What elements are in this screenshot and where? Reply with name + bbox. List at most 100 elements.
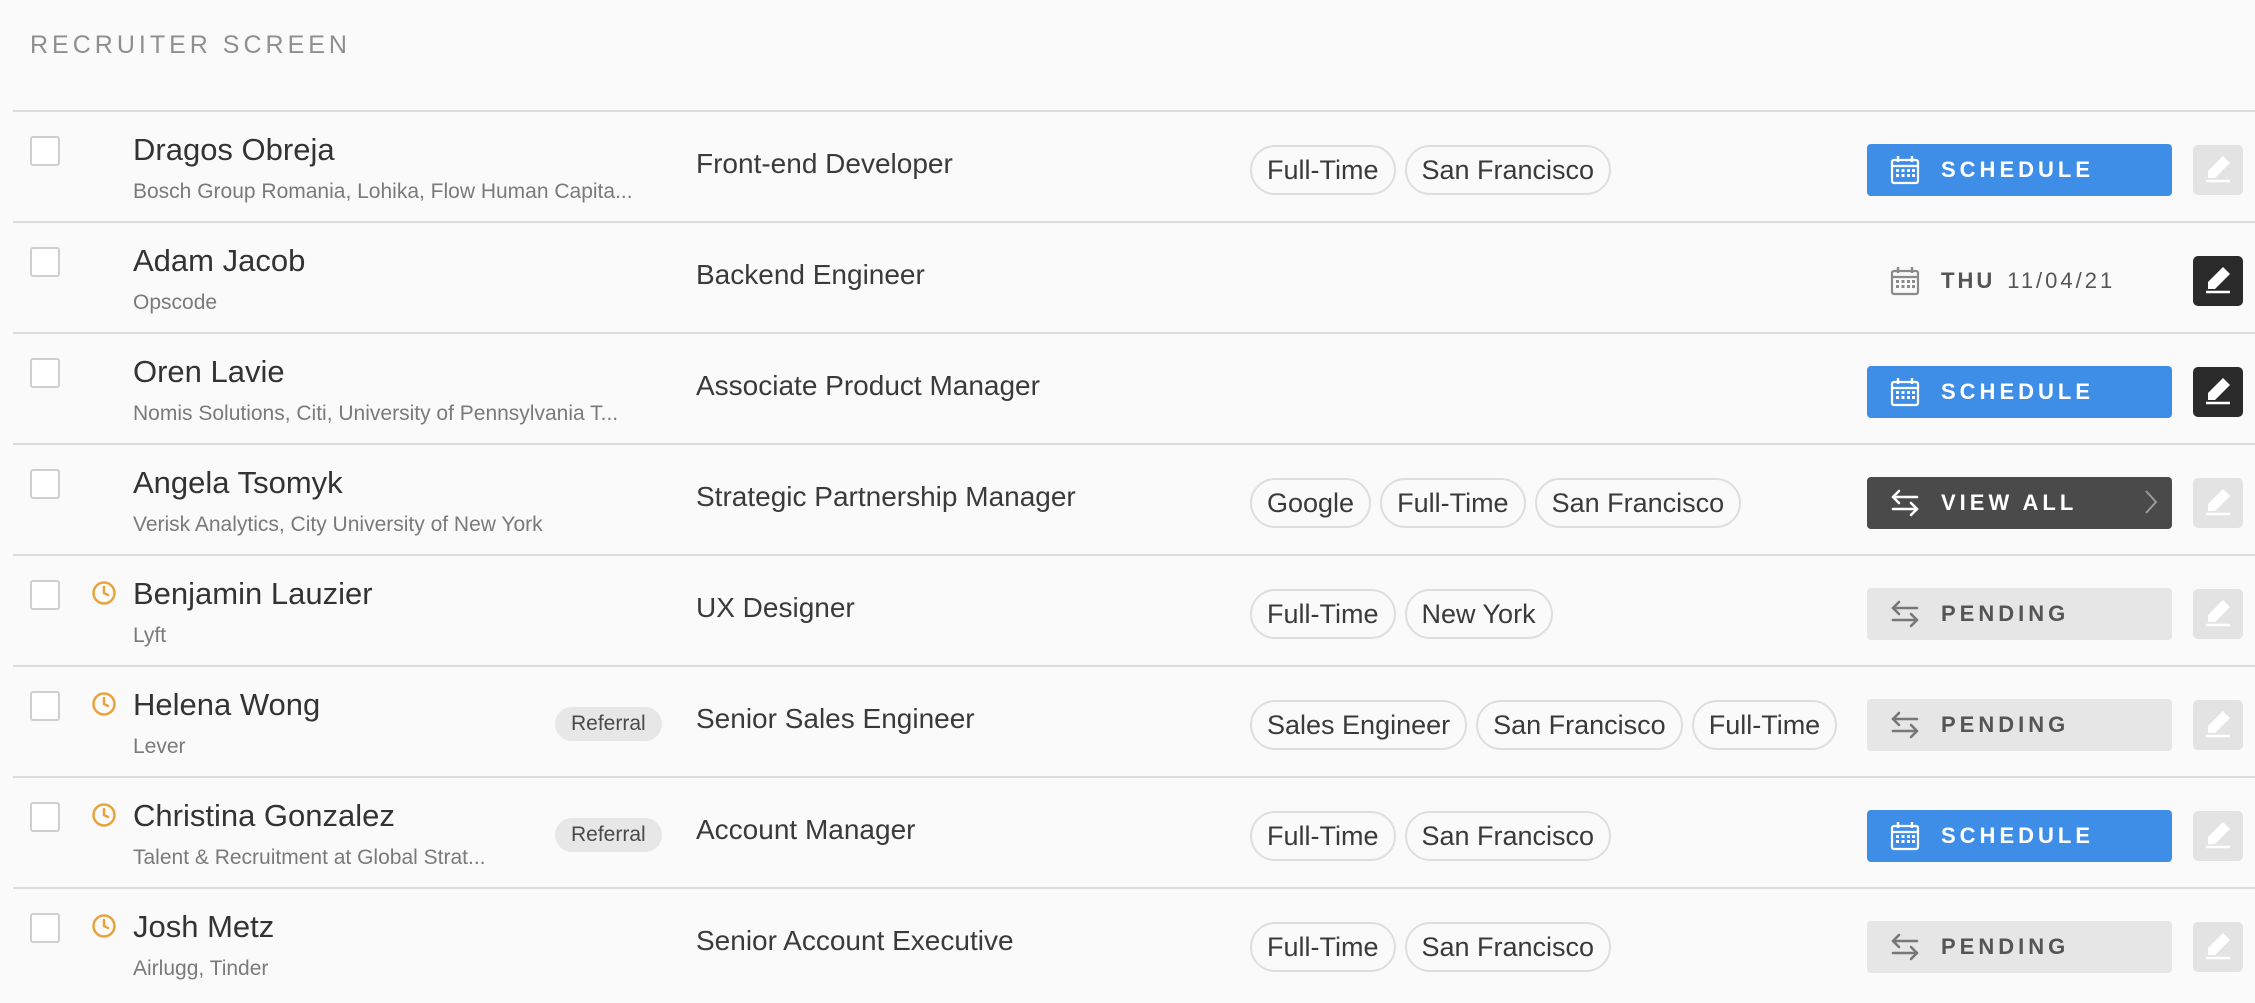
clock-icon [92,581,116,605]
tag: Google [1250,478,1372,528]
pencil-disabled-icon [2203,930,2233,965]
select-checkbox[interactable] [30,136,60,166]
candidate-name[interactable]: Angela Tsomyk [133,465,343,501]
candidate-company: Airlugg, Tinder [133,957,269,980]
candidate-name[interactable]: Josh Metz [133,909,274,945]
job-title: UX Designer [696,592,855,623]
calendar-icon [1889,154,1921,186]
job-title: Senior Account Executive [696,925,1014,956]
candidate-row[interactable]: Angela Tsomyk Verisk Analytics, City Univ… [13,443,2255,554]
edit-feedback-button[interactable] [2193,589,2243,639]
candidate-row[interactable]: Josh Metz Airlugg, Tinder Senior Account E… [13,887,2255,998]
schedule-label: SCHEDULE [1941,157,2095,182]
tag-list: Sales Engineer San Francisco Full-Time [1250,700,1838,750]
pending-label: PENDING [1941,601,2070,626]
candidate-row[interactable]: Dragos Obreja Bosch Group Romania, Lohika… [13,110,2255,221]
tag: San Francisco [1404,922,1612,972]
referral-badge: Referral [555,818,662,852]
pencil-disabled-icon [2203,597,2233,632]
tag: Sales Engineer [1250,700,1468,750]
candidate-row[interactable]: Oren Lavie Nomis Solutions, Citi, Univers… [13,332,2255,443]
referral-badge: Referral [555,707,662,741]
edit-feedback-button[interactable] [2193,922,2243,972]
candidate-name[interactable]: Adam Jacob [133,243,305,279]
tag: Full-Time [1380,478,1526,528]
tag-list: Full-Time New York [1250,589,1553,639]
tag: Full-Time [1250,922,1396,972]
candidate-row[interactable]: Christina Gonzalez Talent & Recruitment a… [13,776,2255,887]
schedule-button[interactable]: SCHEDULE [1867,144,2172,196]
pencil-disabled-icon [2203,819,2233,854]
pending-label: PENDING [1941,712,2070,737]
candidate-company: Lever [133,735,186,758]
calendar-icon [1889,820,1921,852]
calendar-icon [1889,265,1921,297]
job-title: Senior Sales Engineer [696,703,975,734]
candidate-company: Lyft [133,624,167,647]
candidate-name[interactable]: Christina Gonzalez [133,798,395,834]
tag-list: Full-Time San Francisco [1250,811,1612,861]
chevron-right-icon [2145,490,2158,514]
schedule-label: SCHEDULE [1941,823,2095,848]
swap-icon [1889,709,1921,741]
calendar-icon [1889,376,1921,408]
tag: Full-Time [1250,589,1396,639]
tag: San Francisco [1534,478,1742,528]
candidate-name[interactable]: Oren Lavie [133,354,285,390]
tag: San Francisco [1476,700,1683,750]
candidate-name[interactable]: Benjamin Lauzier [133,576,373,612]
candidate-company: Talent & Recruitment at Global Strat... [133,846,486,869]
swap-icon [1889,598,1921,630]
candidate-row[interactable]: Helena Wong Lever Referral Senior Sales Eng… [13,665,2255,776]
select-checkbox[interactable] [30,469,60,499]
view-all-button[interactable]: VIEW ALL [1867,477,2172,529]
pending-button[interactable]: PENDING [1867,588,2172,640]
tag-list: Full-Time San Francisco [1250,145,1612,195]
select-checkbox[interactable] [30,913,60,943]
select-checkbox[interactable] [30,580,60,610]
edit-feedback-button[interactable] [2193,478,2243,528]
section-title: RECRUITER SCREEN [30,31,351,59]
pencil-disabled-icon [2203,486,2233,521]
select-checkbox[interactable] [30,358,60,388]
clock-icon [92,803,116,827]
candidate-name[interactable]: Helena Wong [133,687,320,723]
pending-label: PENDING [1941,934,2070,959]
job-title: Account Manager [696,814,916,845]
candidate-company: Nomis Solutions, Citi, University of Pen… [133,402,619,425]
interview-date-value: 11/04/21 [2007,268,2116,293]
pending-button[interactable]: PENDING [1867,921,2172,973]
candidate-row[interactable]: Adam Jacob Opscode Backend Engineer THU 11/0… [13,221,2255,332]
edit-feedback-button[interactable] [2193,811,2243,861]
edit-feedback-button[interactable] [2193,256,2243,306]
job-title: Associate Product Manager [696,370,1040,401]
select-checkbox[interactable] [30,247,60,277]
schedule-label: SCHEDULE [1941,379,2095,404]
pencil-icon [2203,375,2233,410]
tag: San Francisco [1404,811,1612,861]
edit-feedback-button[interactable] [2193,367,2243,417]
pencil-icon [2203,264,2233,299]
job-title: Strategic Partnership Manager [696,481,1076,512]
edit-feedback-button[interactable] [2193,700,2243,750]
pending-button[interactable]: PENDING [1867,699,2172,751]
candidate-company: Verisk Analytics, City University of New… [133,513,543,536]
interview-date[interactable]: THU 11/04/21 [1867,255,2172,307]
tag-list: Full-Time San Francisco [1250,922,1612,972]
clock-icon [92,914,116,938]
clock-icon [92,692,116,716]
tag: Full-Time [1691,700,1838,750]
select-checkbox[interactable] [30,802,60,832]
edit-feedback-button[interactable] [2193,145,2243,195]
candidate-name[interactable]: Dragos Obreja [133,132,335,168]
candidate-row[interactable]: Benjamin Lauzier Lyft UX Designer Full-Time… [13,554,2255,665]
schedule-button[interactable]: SCHEDULE [1867,366,2172,418]
tag-list: Google Full-Time San Francisco [1250,478,1742,528]
schedule-button[interactable]: SCHEDULE [1867,810,2172,862]
job-title: Front-end Developer [696,148,953,179]
select-checkbox[interactable] [30,691,60,721]
view-all-label: VIEW ALL [1941,490,2078,515]
job-title: Backend Engineer [696,259,925,290]
tag: New York [1404,589,1553,639]
swap-icon [1889,931,1921,963]
